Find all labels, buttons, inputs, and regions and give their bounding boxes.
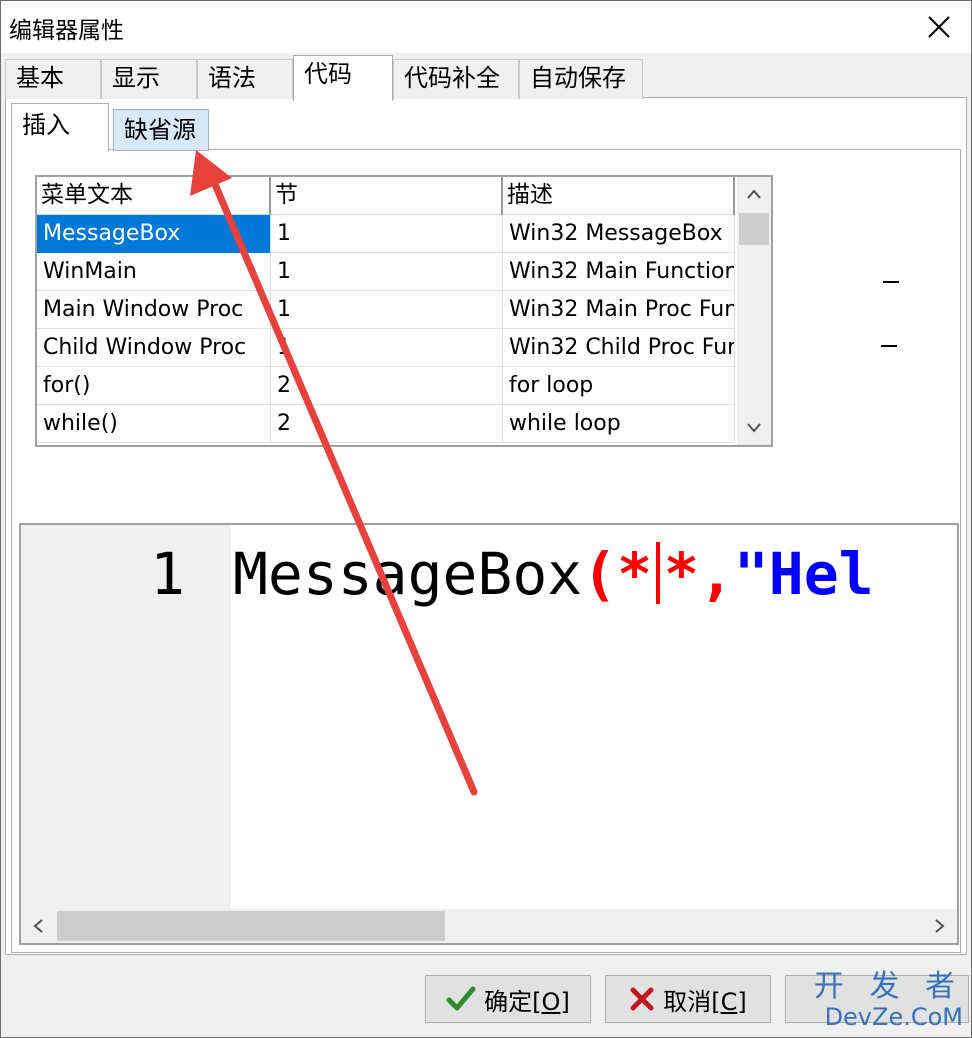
editor-horizontal-scrollbar[interactable]: [21, 909, 957, 943]
line-number: 1: [150, 540, 185, 608]
close-button[interactable]: [907, 1, 971, 53]
window-title: 编辑器属性: [9, 18, 124, 44]
list-vertical-scrollbar[interactable]: [737, 177, 771, 445]
cell-description: for loop: [503, 367, 735, 405]
line-number-gutter: 1: [21, 525, 231, 911]
tab-display[interactable]: 显示: [101, 59, 197, 99]
cell-section: 1: [271, 291, 503, 329]
collapsed-control-marker[interactable]: [883, 281, 899, 283]
ok-button-label: 确定[O]: [484, 987, 570, 1016]
cell-menu-text: Child Window Proc: [37, 329, 271, 367]
code-function-name: MessageBox: [233, 540, 583, 608]
cell-description: Win32 Main Proc Fun: [503, 291, 735, 329]
tab-basic[interactable]: 基本: [5, 59, 101, 99]
cell-menu-text: for(): [37, 367, 271, 405]
insert-items-list[interactable]: 菜单文本 节 描述 MessageBox 1 Win32 MessageBox …: [35, 175, 773, 447]
cell-section: 1: [271, 253, 503, 291]
watermark-top-text: 开 发 者: [813, 969, 963, 1004]
chevron-up-icon: [747, 189, 761, 199]
cell-section: 2: [271, 367, 503, 405]
cell-menu-text: Main Window Proc: [37, 291, 271, 329]
cell-menu-text: WinMain: [37, 253, 271, 291]
scroll-down-button[interactable]: [737, 411, 771, 445]
checkmark-icon: [446, 986, 476, 1011]
code-comma: ,: [698, 540, 734, 608]
list-item[interactable]: Child Window Proc 1 Win32 Child Proc Fun: [37, 329, 735, 367]
code-placeholder-star: *: [617, 540, 653, 608]
scroll-up-button[interactable]: [737, 177, 771, 211]
list-header: 菜单文本 节 描述: [37, 177, 735, 215]
cancel-button-label: 取消[C]: [663, 987, 747, 1016]
column-header-section[interactable]: 节: [271, 177, 503, 215]
cell-menu-text: while(): [37, 405, 271, 443]
cell-section: 1: [271, 329, 503, 367]
scroll-thumb[interactable]: [57, 911, 445, 941]
cancel-button[interactable]: 取消[C]: [605, 975, 771, 1023]
watermark-bottom-text: DevZe.CoM: [824, 1003, 963, 1031]
cross-icon: [630, 987, 654, 1011]
tab-syntax[interactable]: 语法: [197, 59, 293, 99]
cell-menu-text: MessageBox: [37, 215, 271, 253]
tab-code[interactable]: 代码: [293, 55, 393, 101]
cell-description: Win32 Main Function: [503, 253, 735, 291]
title-bar: 编辑器属性: [1, 1, 971, 53]
list-item[interactable]: MessageBox 1 Win32 MessageBox: [37, 215, 735, 253]
list-item[interactable]: while() 2 while loop: [37, 405, 735, 443]
code-line[interactable]: MessageBox(* *,"Hel: [233, 539, 874, 609]
scroll-thumb[interactable]: [739, 213, 769, 245]
chevron-left-icon: [33, 919, 43, 933]
subtab-insert[interactable]: 插入: [11, 103, 109, 151]
scroll-left-button[interactable]: [21, 909, 55, 943]
list-item[interactable]: Main Window Proc 1 Win32 Main Proc Fun: [37, 291, 735, 329]
code-placeholder-star: *: [664, 540, 699, 608]
tab-code-completion[interactable]: 代码补全: [393, 59, 519, 99]
chevron-down-icon: [747, 423, 761, 433]
tab-autosave[interactable]: 自动保存: [519, 59, 643, 99]
cell-description: Win32 Child Proc Fun: [503, 329, 735, 367]
cell-description: while loop: [503, 405, 735, 443]
list-item[interactable]: WinMain 1 Win32 Main Function: [37, 253, 735, 291]
subtab-default-source[interactable]: 缺省源: [113, 109, 209, 151]
chevron-right-icon: [935, 919, 945, 933]
cell-description: Win32 MessageBox: [503, 215, 735, 253]
cell-section: 2: [271, 405, 503, 443]
watermark-logo: 开 发 者 DevZe.CoM: [803, 971, 963, 1033]
code-open-paren: (: [582, 540, 618, 608]
list-item[interactable]: for() 2 for loop: [37, 367, 735, 405]
close-icon: [928, 16, 950, 38]
collapsed-control-marker[interactable]: [881, 345, 897, 347]
column-header-menu-text[interactable]: 菜单文本: [37, 177, 271, 215]
ok-button[interactable]: 确定[O]: [425, 975, 591, 1023]
scroll-right-button[interactable]: [923, 909, 957, 943]
cell-section: 1: [271, 215, 503, 253]
code-preview-editor[interactable]: 1 MessageBox(* *,"Hel: [19, 523, 959, 945]
text-caret: [656, 542, 661, 604]
column-header-description[interactable]: 描述: [503, 177, 735, 215]
editor-properties-dialog: 编辑器属性 基本 显示 语法 代码 代码补全 自动保存 插入 缺省源 菜单文本 …: [0, 0, 972, 1038]
code-string-literal: "Hel: [733, 540, 874, 608]
